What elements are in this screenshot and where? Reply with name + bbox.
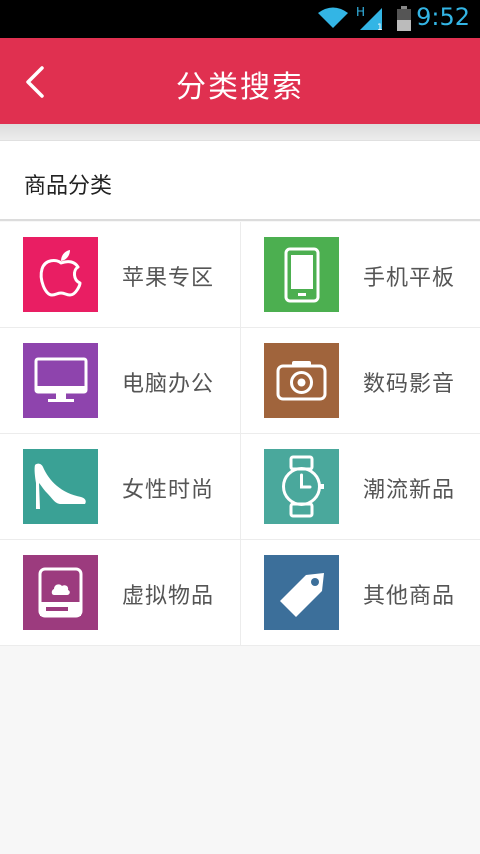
section-header: 商品分类 — [0, 140, 480, 221]
category-label: 电脑办公 — [122, 372, 215, 397]
svg-text:H: H — [356, 5, 365, 19]
monitor-tile — [23, 343, 98, 418]
category-phone-tablet[interactable]: 手机平板 — [240, 222, 480, 328]
category-women-fashion[interactable]: 女性时尚 — [0, 434, 240, 540]
page-title: 分类搜索 — [176, 70, 304, 105]
storage-tile — [23, 555, 98, 630]
battery-icon — [397, 6, 411, 31]
category-digital-av[interactable]: 数码影音 — [240, 328, 480, 434]
category-virtual-goods[interactable]: 虚拟物品 — [0, 540, 240, 646]
watch-icon — [264, 449, 339, 524]
apple-icon — [23, 237, 98, 312]
category-label: 其他商品 — [363, 584, 456, 609]
high-heel-tile — [23, 449, 98, 524]
app-bar: 分类搜索 — [0, 38, 480, 124]
camera-icon — [264, 343, 339, 418]
storage-drive-icon — [23, 555, 98, 630]
wifi-icon — [318, 7, 348, 28]
section-title: 商品分类 — [24, 174, 113, 199]
category-label: 手机平板 — [363, 266, 456, 291]
category-grid: 苹果专区 手机平板 电脑办公 数码影音 女性时尚 潮流新品 虚拟物品 其他商品 — [0, 222, 480, 646]
header-shadow — [0, 124, 480, 140]
status-bar: H 1 9:52 — [0, 0, 480, 38]
category-label: 潮流新品 — [363, 478, 456, 503]
svg-text:1: 1 — [377, 23, 383, 32]
category-label: 数码影音 — [363, 372, 456, 397]
status-time: 9:52 — [416, 3, 470, 31]
camera-tile — [264, 343, 339, 418]
watch-tile — [264, 449, 339, 524]
category-other-goods[interactable]: 其他商品 — [240, 540, 480, 646]
high-heel-icon — [23, 449, 98, 524]
category-computer-office[interactable]: 电脑办公 — [0, 328, 240, 434]
signal-icon: H 1 — [356, 5, 383, 32]
category-trend-new[interactable]: 潮流新品 — [240, 434, 480, 540]
tag-icon — [264, 555, 339, 630]
phone-icon — [264, 237, 339, 312]
category-label: 女性时尚 — [122, 478, 215, 503]
category-label: 虚拟物品 — [122, 584, 215, 609]
monitor-icon — [23, 343, 98, 418]
phone-tile — [264, 237, 339, 312]
tag-tile — [264, 555, 339, 630]
category-label: 苹果专区 — [122, 266, 215, 291]
category-apple[interactable]: 苹果专区 — [0, 222, 240, 328]
apple-tile — [23, 237, 98, 312]
